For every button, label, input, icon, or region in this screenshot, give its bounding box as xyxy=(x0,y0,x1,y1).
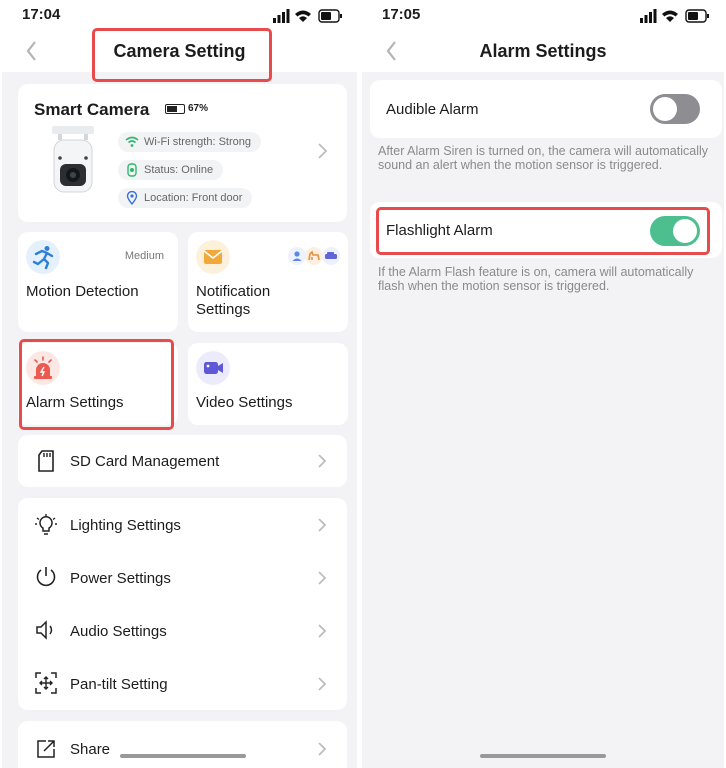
lighting-settings-row[interactable]: Lighting Settings xyxy=(18,498,347,551)
motion-sensitivity: Medium xyxy=(124,250,164,262)
notification-settings-text: Notification Settings xyxy=(196,283,271,318)
online-status-text: Status: Online xyxy=(144,164,214,176)
nav-bar: Alarm Settings xyxy=(362,32,724,72)
highlight-box-alarm-tile xyxy=(19,339,174,430)
chevron-right-icon xyxy=(318,143,328,159)
video-camera-icon xyxy=(196,351,230,385)
envelope-icon xyxy=(196,240,230,274)
pan-tilt-setting-label: Pan-tilt Setting xyxy=(70,676,168,693)
camera-card[interactable]: Smart Camera 67% Wi-Fi strength: Strong … xyxy=(18,84,347,222)
highlight-box-flashlight xyxy=(376,207,710,255)
status-icons xyxy=(640,9,709,23)
location-text: Location: Front door xyxy=(144,192,243,204)
location-pill: Location: Front door xyxy=(118,188,253,208)
sd-card-management-row[interactable]: SD Card Management xyxy=(18,435,347,487)
toggle-knob xyxy=(653,97,677,121)
power-settings-label: Power Settings xyxy=(70,570,171,587)
power-icon xyxy=(36,567,56,587)
audio-settings-label: Audio Settings xyxy=(70,623,167,640)
camera-image xyxy=(52,126,94,193)
speaker-icon xyxy=(36,620,53,640)
status-time: 17:04 xyxy=(22,6,61,23)
audible-alarm-toggle[interactable] xyxy=(650,94,700,124)
battery-icon xyxy=(165,104,185,114)
battery-percent: 67% xyxy=(188,103,209,114)
light-bulb-icon xyxy=(35,514,57,535)
chevron-right-icon xyxy=(318,742,327,756)
alarm-settings-screen: 17:05 Alarm Settings Audible Alarm After… xyxy=(362,0,724,768)
location-pin-icon xyxy=(126,191,138,205)
motion-detection-tile[interactable]: Medium Motion Detection xyxy=(18,232,178,332)
notification-type-icons xyxy=(288,247,340,265)
pan-tilt-icon xyxy=(35,672,57,694)
status-icons xyxy=(273,9,342,23)
chevron-right-icon xyxy=(318,518,327,532)
chevron-right-icon xyxy=(318,624,327,638)
wifi-strength-text: Wi-Fi strength: Strong xyxy=(144,136,251,148)
camera-setting-screen: 17:04 Camera Setting Smart Camera 67% Wi… xyxy=(2,0,357,768)
notification-settings-label: Notification Settings xyxy=(196,283,306,319)
settings-list-card: Lighting Settings Power Settings Audio S… xyxy=(18,498,347,710)
running-person-icon xyxy=(26,240,60,274)
share-label: Share xyxy=(70,741,111,758)
lighting-settings-label: Lighting Settings xyxy=(70,517,181,534)
wifi-icon xyxy=(125,136,139,147)
flashlight-alarm-description: If the Alarm Flash feature is on, camera… xyxy=(378,265,694,293)
share-icon xyxy=(37,740,55,758)
page-title: Alarm Settings xyxy=(479,41,607,61)
chevron-right-icon xyxy=(318,571,327,585)
status-time: 17:05 xyxy=(382,6,421,23)
home-indicator xyxy=(120,754,246,758)
chevron-right-icon xyxy=(318,454,327,468)
wifi-status-pill: Wi-Fi strength: Strong xyxy=(118,132,261,152)
sd-card-label: SD Card Management xyxy=(70,453,220,470)
power-settings-row[interactable]: Power Settings xyxy=(18,551,347,604)
audible-alarm-label: Audible Alarm xyxy=(386,101,479,118)
motion-detection-label: Motion Detection xyxy=(26,283,139,300)
online-status-pill: Status: Online xyxy=(118,160,224,180)
home-indicator xyxy=(480,754,606,758)
sd-card-icon xyxy=(38,450,54,472)
camera-name: Smart Camera xyxy=(34,100,150,119)
pan-tilt-setting-row[interactable]: Pan-tilt Setting xyxy=(18,657,347,710)
status-bar: 17:05 xyxy=(362,0,724,32)
camera-status-icon xyxy=(127,163,137,177)
notification-settings-tile[interactable]: Notification Settings xyxy=(188,232,348,332)
audible-alarm-description: After Alarm Siren is turned on, the came… xyxy=(378,144,708,172)
audio-settings-row[interactable]: Audio Settings xyxy=(18,604,347,657)
video-settings-tile[interactable]: Video Settings xyxy=(188,343,348,425)
video-settings-label: Video Settings xyxy=(196,394,293,411)
chevron-right-icon xyxy=(318,677,327,691)
share-row[interactable]: Share xyxy=(18,721,347,768)
audible-alarm-row: Audible Alarm xyxy=(370,80,722,138)
highlight-box-title xyxy=(92,28,272,82)
